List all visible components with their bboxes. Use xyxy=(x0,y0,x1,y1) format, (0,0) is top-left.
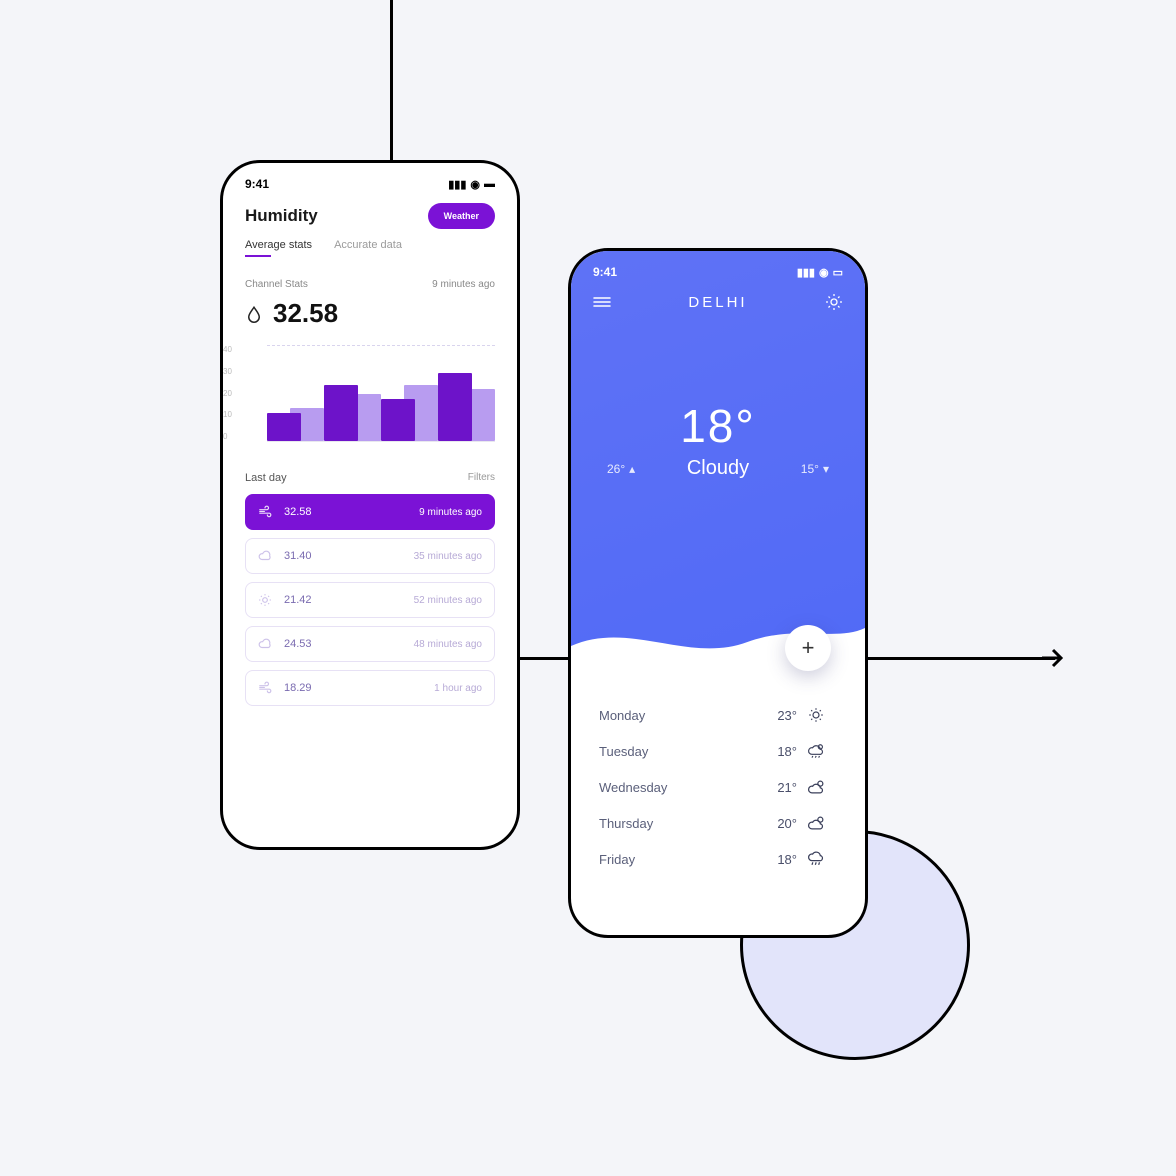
current-temperature: 18° xyxy=(571,399,865,453)
humidity-value: 32.58 xyxy=(273,298,338,329)
city-name: DELHI xyxy=(688,294,747,311)
menu-icon[interactable] xyxy=(593,295,611,309)
arrow-right-icon xyxy=(1040,646,1064,670)
battery-icon: ▬ xyxy=(484,178,495,190)
tab-accurate-data[interactable]: Accurate data xyxy=(334,239,402,251)
last-day-row[interactable]: 24.53 48 minutes ago xyxy=(245,626,495,662)
cloud-sun-icon xyxy=(807,778,837,796)
status-bar: 9:41 ▮▮▮ ◉ ▬ xyxy=(223,163,517,197)
wind-icon xyxy=(258,681,274,695)
channel-stats-time: 9 minutes ago xyxy=(432,279,495,290)
rain-icon xyxy=(807,850,837,868)
forecast-temp: 21° xyxy=(757,780,797,795)
last-day-row[interactable]: 21.42 52 minutes ago xyxy=(245,582,495,618)
sun-icon xyxy=(807,706,837,724)
wifi-icon: ◉ xyxy=(470,178,480,191)
weather-condition: Cloudy xyxy=(687,457,749,480)
forecast-day: Monday xyxy=(599,708,757,723)
row-time: 52 minutes ago xyxy=(414,595,482,606)
forecast-temp: 20° xyxy=(757,816,797,831)
cloud-icon xyxy=(258,549,274,563)
humidity-chart: 403020100 xyxy=(223,339,517,446)
row-time: 1 hour ago xyxy=(434,683,482,694)
last-day-label: Last day xyxy=(245,472,287,484)
signal-icon: ▮▮▮ xyxy=(448,178,466,191)
battery-icon: ▭ xyxy=(833,266,843,279)
forecast-day: Tuesday xyxy=(599,744,757,759)
forecast-temp: 18° xyxy=(757,744,797,759)
add-location-button[interactable]: + xyxy=(785,625,831,671)
weather-app-phone: 9:41 ▮▮▮ ◉ ▭ DELHI 18° 26°▴ Cloudy 15°▾ … xyxy=(568,248,868,938)
arrow-down-icon: ▾ xyxy=(823,462,829,476)
forecast-day: Wednesday xyxy=(599,780,757,795)
arrow-up-icon: ▴ xyxy=(629,462,635,476)
last-day-row[interactable]: 31.40 35 minutes ago xyxy=(245,538,495,574)
forecast-row[interactable]: Wednesday21° xyxy=(599,769,837,805)
status-time: 9:41 xyxy=(245,177,269,191)
wifi-icon: ◉ xyxy=(819,266,829,279)
plus-icon: + xyxy=(802,635,815,661)
forecast-temp: 23° xyxy=(757,708,797,723)
forecast-list: Monday23°Tuesday18°Wednesday21°Thursday2… xyxy=(571,667,865,877)
rain-sun-icon xyxy=(807,742,837,760)
forecast-row[interactable]: Thursday20° xyxy=(599,805,837,841)
row-value: 18.29 xyxy=(284,682,312,694)
forecast-day: Thursday xyxy=(599,816,757,831)
tabs: Average stats Accurate data xyxy=(223,239,517,261)
row-value: 31.40 xyxy=(284,550,312,562)
status-indicators: ▮▮▮ ◉ ▭ xyxy=(797,266,843,279)
forecast-row[interactable]: Friday18° xyxy=(599,841,837,877)
cloud-sun-icon xyxy=(807,814,837,832)
last-day-list: 32.58 9 minutes ago 31.40 35 minutes ago 21.… xyxy=(223,494,517,706)
weather-button[interactable]: Weather xyxy=(428,203,495,229)
wind-icon xyxy=(258,505,274,519)
status-bar: 9:41 ▮▮▮ ◉ ▭ xyxy=(571,251,865,285)
row-time: 48 minutes ago xyxy=(414,639,482,650)
row-time: 35 minutes ago xyxy=(414,551,482,562)
sun-icon xyxy=(258,593,274,607)
signal-icon: ▮▮▮ xyxy=(797,266,815,279)
row-value: 21.42 xyxy=(284,594,312,606)
last-day-row[interactable]: 32.58 9 minutes ago xyxy=(245,494,495,530)
low-temperature: 15°▾ xyxy=(801,462,829,476)
forecast-day: Friday xyxy=(599,852,757,867)
last-day-row[interactable]: 18.29 1 hour ago xyxy=(245,670,495,706)
decor-line-vertical xyxy=(390,0,393,170)
high-temperature: 26°▴ xyxy=(607,462,635,476)
droplet-icon xyxy=(245,305,263,323)
status-indicators: ▮▮▮ ◉ ▬ xyxy=(448,178,495,191)
forecast-temp: 18° xyxy=(757,852,797,867)
filters-button[interactable]: Filters xyxy=(468,472,495,484)
row-value: 32.58 xyxy=(284,506,312,518)
forecast-row[interactable]: Monday23° xyxy=(599,697,837,733)
humidity-app-phone: 9:41 ▮▮▮ ◉ ▬ Humidity Weather Average st… xyxy=(220,160,520,850)
page-title: Humidity xyxy=(245,206,318,226)
tab-average-stats[interactable]: Average stats xyxy=(245,239,312,251)
cloud-icon xyxy=(258,637,274,651)
channel-stats-label: Channel Stats xyxy=(245,279,308,290)
row-value: 24.53 xyxy=(284,638,312,650)
settings-icon[interactable] xyxy=(825,293,843,311)
row-time: 9 minutes ago xyxy=(419,507,482,518)
forecast-row[interactable]: Tuesday18° xyxy=(599,733,837,769)
status-time: 9:41 xyxy=(593,265,617,279)
